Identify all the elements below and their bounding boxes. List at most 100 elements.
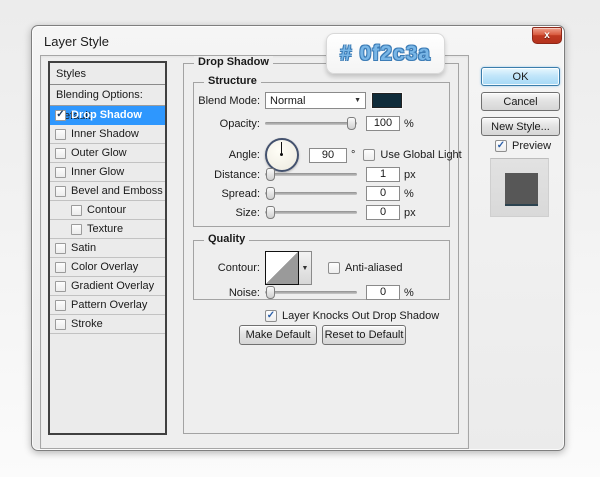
layer-style-dialog: Layer Style x Styles Blending Options: D… [31,25,565,451]
spread-label: Spread: [194,188,260,200]
noise-label: Noise: [194,287,260,299]
size-slider[interactable] [265,211,357,214]
opacity-label: Opacity: [194,118,260,130]
layer-knocks-out-checkbox[interactable]: ✓ [265,310,277,322]
sidebar-item-pattern-overlay[interactable]: Pattern Overlay [50,296,165,315]
layer-knocks-out-label: Layer Knocks Out Drop Shadow [282,310,439,322]
preview-label: Preview [512,140,551,152]
check-icon: ✓ [497,141,505,151]
sidebar-item-texture[interactable]: Texture [50,220,165,239]
sidebar-item-label: Color Overlay [71,261,138,273]
angle-unit: ° [351,149,355,161]
style-checkbox[interactable] [55,243,66,254]
sidebar-item-label: Contour [87,204,126,216]
sidebar-item-label: Pattern Overlay [71,299,147,311]
sidebar-item-label: Bevel and Emboss [71,185,163,197]
opacity-slider[interactable] [265,122,357,125]
spread-slider-thumb[interactable] [266,187,275,200]
sidebar-item-inner-glow[interactable]: Inner Glow [50,163,165,182]
color-annotation-badge: # 0f2c3a [326,33,445,74]
contour-dropdown-arrow[interactable]: ▼ [299,251,312,285]
size-value[interactable]: 0 [366,205,400,220]
opacity-value[interactable]: 100 [366,116,400,131]
quality-legend: Quality [204,233,249,245]
blend-mode-dropdown[interactable]: Normal ▼ [265,92,366,109]
sidebar-item-gradient-overlay[interactable]: Gradient Overlay [50,277,165,296]
use-global-light-checkbox[interactable] [363,149,375,161]
angle-value[interactable]: 90 [309,148,347,163]
preview-panel [490,158,549,217]
style-checkbox[interactable] [55,148,66,159]
check-icon: ✓ [56,110,64,120]
distance-unit: px [404,169,416,181]
style-checkbox[interactable]: ✓ [55,110,66,121]
contour-picker[interactable] [265,251,299,285]
noise-value[interactable]: 0 [366,285,400,300]
sidebar-item-label: Inner Glow [71,166,124,178]
sidebar-item-color-overlay[interactable]: Color Overlay [50,258,165,277]
sidebar-item-inner-shadow[interactable]: Inner Shadow [50,125,165,144]
close-button[interactable]: x [532,27,562,44]
quality-group: Quality Contour: ▼ Anti-aliased Noise: 0… [193,240,450,300]
style-checkbox[interactable] [55,300,66,311]
sidebar-item-label: Stroke [71,318,103,330]
sidebar-item-bevel-and-emboss[interactable]: Bevel and Emboss [50,182,165,201]
angle-label: Angle: [194,149,260,161]
sidebar-item-outer-glow[interactable]: Outer Glow [50,144,165,163]
sidebar-item-label: Texture [87,223,123,235]
sidebar-header: Styles [50,63,165,85]
color-annotation-text: # 0f2c3a [340,42,431,66]
opacity-slider-thumb[interactable] [347,117,356,130]
noise-slider[interactable] [265,291,357,294]
style-checkbox[interactable] [71,205,82,216]
distance-slider[interactable] [265,173,357,176]
sidebar-item-satin[interactable]: Satin [50,239,165,258]
blend-mode-value: Normal [270,95,354,107]
sidebar-item-blending-options[interactable]: Blending Options: Default [50,85,165,106]
cancel-button[interactable]: Cancel [481,92,560,111]
style-checkbox[interactable] [55,262,66,273]
style-checkbox[interactable] [55,129,66,140]
spread-value[interactable]: 0 [366,186,400,201]
preview-checkbox[interactable]: ✓ [495,140,507,152]
shadow-color-swatch[interactable] [372,93,402,108]
spread-unit: % [404,188,414,200]
distance-value[interactable]: 1 [366,167,400,182]
size-unit: px [404,207,416,219]
ok-button[interactable]: OK [481,67,560,86]
noise-unit: % [404,287,414,299]
sidebar-item-label: Outer Glow [71,147,127,159]
spread-slider[interactable] [265,192,357,195]
sidebar-items: ✓ Drop Shadow Inner Shadow Outer Glow In… [50,106,165,334]
style-checkbox[interactable] [71,224,82,235]
style-checkbox[interactable] [55,319,66,330]
style-checkbox[interactable] [55,281,66,292]
contour-label: Contour: [194,262,260,274]
angle-center-dot [280,153,283,156]
sidebar-item-label: Drop Shadow [71,109,142,121]
close-icon: x [544,30,550,41]
dialog-title: Layer Style [44,34,109,49]
size-label: Size: [194,207,260,219]
sidebar-item-label: Gradient Overlay [71,280,154,292]
preview-thumbnail [505,173,538,206]
structure-group: Structure Blend Mode: Normal ▼ Opacity: … [193,82,450,227]
sidebar-item-stroke[interactable]: Stroke [50,315,165,334]
style-checkbox[interactable] [55,186,66,197]
reset-to-default-button[interactable]: Reset to Default [322,325,406,345]
sidebar-item-contour[interactable]: Contour [50,201,165,220]
sidebar-item-label: Inner Shadow [71,128,139,140]
style-checkbox[interactable] [55,167,66,178]
make-default-button[interactable]: Make Default [239,325,317,345]
size-slider-thumb[interactable] [266,206,275,219]
anti-aliased-checkbox[interactable] [328,262,340,274]
distance-slider-thumb[interactable] [266,168,275,181]
check-icon: ✓ [267,311,275,321]
styles-sidebar: Styles Blending Options: Default ✓ Drop … [48,61,167,435]
blend-mode-label: Blend Mode: [194,95,260,107]
new-style-button[interactable]: New Style... [481,117,560,136]
use-global-light-label: Use Global Light [380,149,461,161]
structure-legend: Structure [204,75,261,87]
noise-slider-thumb[interactable] [266,286,275,299]
drop-shadow-panel: Drop Shadow Structure Blend Mode: Normal… [183,63,459,434]
